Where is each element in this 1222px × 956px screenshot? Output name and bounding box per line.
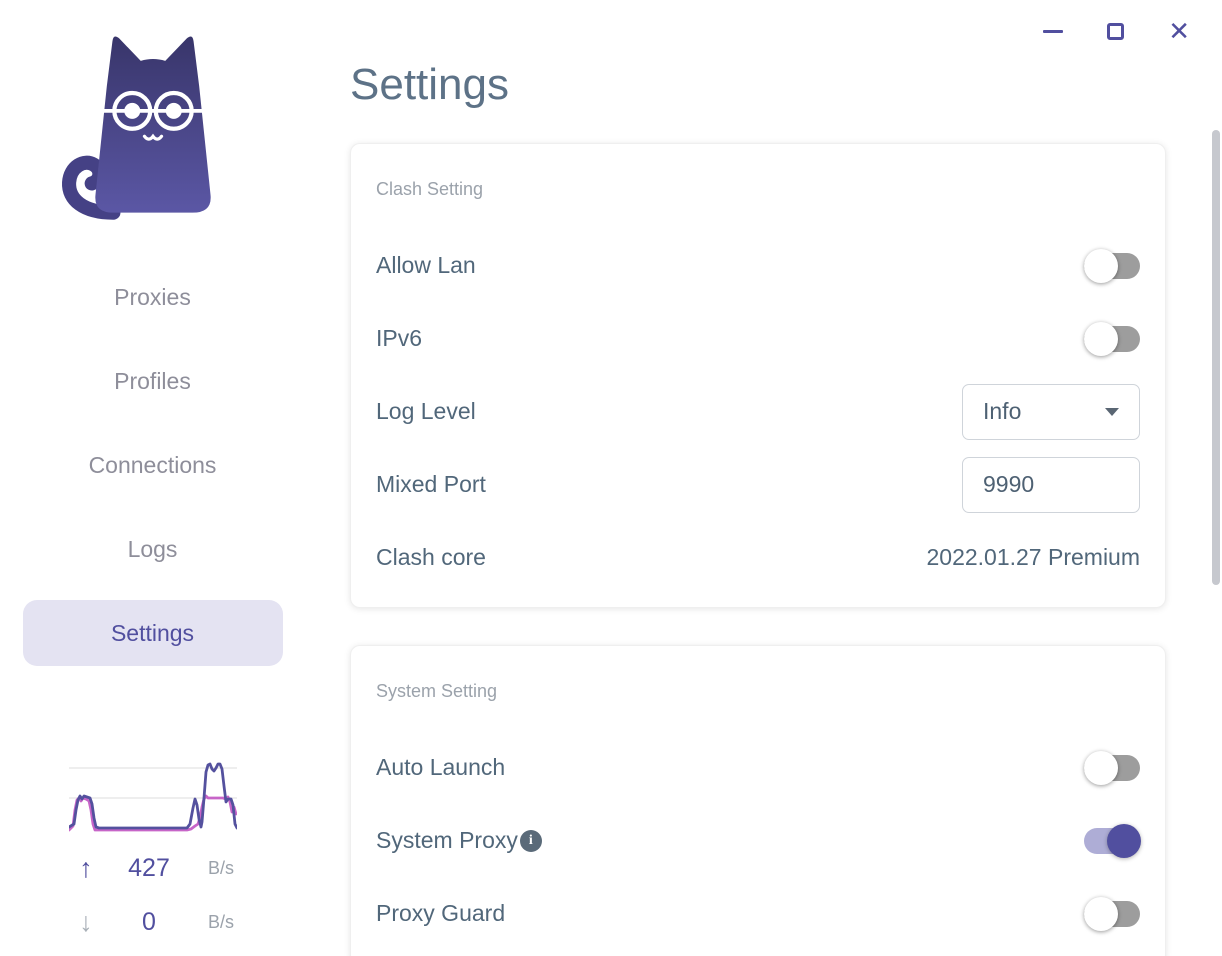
clash-core-label: Clash core: [376, 544, 486, 570]
allow-lan-toggle[interactable]: [1084, 248, 1140, 284]
upload-speed-row: ↑ 427 B/s: [0, 846, 305, 890]
toggle-knob: [1084, 321, 1118, 356]
clash-core-version: 2022.01.27 Premium: [926, 544, 1140, 570]
minimize-icon: [1043, 29, 1064, 33]
traffic-widget: ↑ 427 B/s ↓ 0 B/s: [0, 752, 305, 944]
toggle-knob: [1084, 896, 1118, 931]
auto-launch-label: Auto Launch: [376, 754, 506, 780]
ipv6-label: IPv6: [376, 325, 423, 351]
app-window: ✕ Proxies Profiles Connections Logs Sett…: [0, 0, 1222, 956]
upload-series-line: [68, 762, 237, 830]
download-speed-value: 0: [142, 907, 156, 936]
log-level-label: Log Level: [376, 398, 476, 424]
upload-speed-unit: B/s: [208, 857, 235, 878]
system-proxy-label-text: System Proxy: [376, 827, 518, 853]
proxy-guard-row: Proxy Guard: [376, 877, 1140, 950]
traffic-graph: [68, 762, 237, 832]
system-proxy-label: System Proxy i: [376, 827, 542, 854]
toggle-knob: [1084, 750, 1118, 785]
close-button[interactable]: ✕: [1168, 16, 1190, 46]
log-level-select[interactable]: Info: [962, 383, 1140, 440]
system-proxy-toggle[interactable]: [1084, 823, 1141, 859]
toggle-knob: [1107, 823, 1141, 858]
sidebar: Proxies Profiles Connections Logs Settin…: [0, 0, 305, 956]
download-speed-row: ↓ 0 B/s: [0, 900, 305, 944]
page-title: Settings: [350, 60, 509, 109]
download-arrow-icon: ↓: [79, 906, 93, 937]
proxy-guard-label: Proxy Guard: [376, 900, 506, 926]
system-setting-card: System Setting Auto Launch System Proxy …: [350, 645, 1166, 956]
close-icon: ✕: [1168, 16, 1190, 46]
maximize-button[interactable]: [1107, 20, 1125, 42]
system-proxy-row: System Proxy i: [376, 804, 1141, 877]
clash-core-row: Clash core 2022.01.27 Premium: [376, 521, 1140, 594]
mixed-port-input[interactable]: [962, 456, 1140, 513]
clash-cat-logo: [61, 36, 211, 220]
sidebar-item-proxies[interactable]: Proxies: [23, 264, 283, 330]
vertical-scrollbar[interactable]: [1212, 130, 1220, 585]
allow-lan-label: Allow Lan: [376, 252, 476, 278]
upload-speed-value: 427: [128, 853, 170, 882]
log-level-selected-value: Info: [983, 398, 1022, 424]
sidebar-item-settings[interactable]: Settings: [22, 600, 283, 666]
minimize-button[interactable]: [1043, 20, 1064, 42]
sidebar-item-profiles[interactable]: Profiles: [23, 348, 283, 414]
chevron-down-icon: [1105, 407, 1119, 416]
sidebar-item-logs[interactable]: Logs: [23, 516, 283, 582]
mixed-port-row: Mixed Port: [376, 448, 1140, 521]
window-controls: ✕: [1043, 16, 1190, 46]
mixed-port-label: Mixed Port: [376, 471, 486, 497]
main-content: Settings Clash Setting Allow Lan IPv6 Lo…: [305, 0, 1166, 956]
toggle-knob: [1084, 248, 1118, 283]
info-icon[interactable]: i: [519, 829, 542, 852]
upload-arrow-icon: ↑: [79, 852, 93, 883]
clash-setting-card: Clash Setting Allow Lan IPv6 Log Level I…: [350, 143, 1166, 608]
system-setting-section-label: System Setting: [376, 681, 498, 701]
proxy-guard-toggle[interactable]: [1084, 896, 1140, 932]
auto-launch-toggle[interactable]: [1084, 750, 1140, 786]
allow-lan-row: Allow Lan: [376, 229, 1140, 302]
sidebar-item-connections[interactable]: Connections: [23, 432, 283, 498]
clash-setting-section-label: Clash Setting: [376, 179, 484, 199]
maximize-icon: [1107, 22, 1125, 40]
log-level-row: Log Level Info: [376, 375, 1140, 448]
ipv6-toggle[interactable]: [1084, 321, 1140, 357]
auto-launch-row: Auto Launch: [376, 731, 1140, 804]
ipv6-row: IPv6: [376, 302, 1140, 375]
download-speed-unit: B/s: [208, 911, 235, 932]
sidebar-nav: Proxies Profiles Connections Logs Settin…: [0, 264, 305, 666]
